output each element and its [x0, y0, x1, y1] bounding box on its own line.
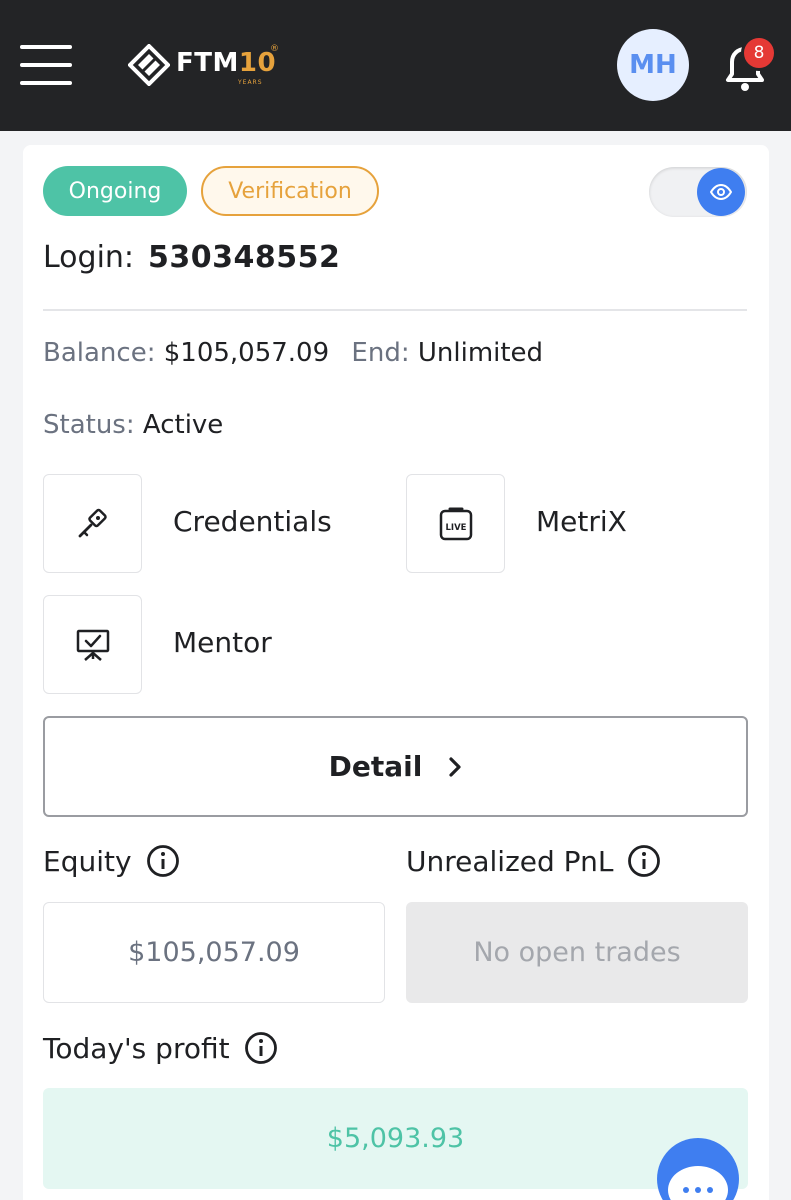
- status-label: Status:: [43, 410, 135, 440]
- ftmo-logo[interactable]: FTM10 ® YEARS: [128, 42, 288, 88]
- end-label: End:: [351, 338, 410, 368]
- info-icon[interactable]: [627, 844, 661, 878]
- eye-icon: [710, 184, 732, 200]
- key-icon: [78, 508, 107, 537]
- detail-button-label: Detail: [328, 750, 423, 783]
- hamburger-menu-icon[interactable]: [20, 45, 72, 85]
- logo-wordmark: FTM10: [176, 48, 277, 78]
- chevron-right-icon: [448, 756, 462, 778]
- live-clipboard-icon: LIVE: [439, 507, 472, 540]
- user-avatar[interactable]: MH: [617, 29, 689, 101]
- status-row: Status: Active: [43, 410, 223, 440]
- detail-button[interactable]: Detail: [43, 716, 748, 817]
- notification-count-badge: 8: [741, 35, 777, 71]
- login-label: Login:: [43, 240, 135, 275]
- chat-bubble-icon: [668, 1166, 728, 1200]
- ftmo-logo-mark-icon: [128, 44, 170, 86]
- login-value: 530348552: [148, 240, 341, 275]
- presentation-board-icon: [76, 629, 109, 661]
- account-card: Ongoing Verification Login: 530348552 Bal…: [23, 145, 769, 1200]
- metrix-tile[interactable]: LIVE: [406, 474, 505, 573]
- top-nav-bar: FTM10 ® YEARS MH 8: [0, 0, 791, 131]
- status-value: Active: [142, 410, 224, 440]
- status-badge-ongoing: Ongoing: [43, 166, 187, 216]
- credentials-label[interactable]: Credentials: [173, 505, 332, 538]
- live-icon-text: LIVE: [445, 523, 466, 533]
- balance-value: $105,057.09: [163, 338, 330, 368]
- balance-label: Balance:: [43, 338, 156, 368]
- equity-heading: Equity: [43, 844, 180, 878]
- today-profit-heading: Today's profit: [43, 1031, 278, 1065]
- credentials-tile[interactable]: [43, 474, 142, 573]
- toggle-knob: [697, 168, 745, 216]
- equity-value-box: $105,057.09: [43, 902, 385, 1003]
- login-row: Login: 530348552: [43, 240, 340, 275]
- unrealized-pnl-heading: Unrealized PnL: [406, 844, 661, 878]
- info-icon[interactable]: [244, 1031, 278, 1065]
- divider: [43, 309, 747, 311]
- today-profit-label: Today's profit: [43, 1031, 230, 1065]
- balance-end-row: Balance: $105,057.09 End: Unlimited: [43, 338, 543, 368]
- unrealized-pnl-label: Unrealized PnL: [406, 844, 614, 878]
- logo-years-subtext: YEARS: [238, 79, 263, 86]
- mentor-label[interactable]: Mentor: [173, 626, 272, 659]
- phase-badge-verification: Verification: [201, 166, 379, 216]
- equity-label: Equity: [43, 844, 132, 878]
- end-value: Unlimited: [417, 338, 544, 368]
- today-profit-value-box: $5,093.93: [43, 1088, 748, 1189]
- metrix-label[interactable]: MetriX: [536, 505, 627, 538]
- unrealized-pnl-value-box: No open trades: [406, 902, 748, 1003]
- logo-registered-mark: ®: [270, 44, 279, 54]
- mentor-tile[interactable]: [43, 595, 142, 694]
- info-icon[interactable]: [146, 844, 180, 878]
- visibility-toggle[interactable]: [649, 167, 747, 217]
